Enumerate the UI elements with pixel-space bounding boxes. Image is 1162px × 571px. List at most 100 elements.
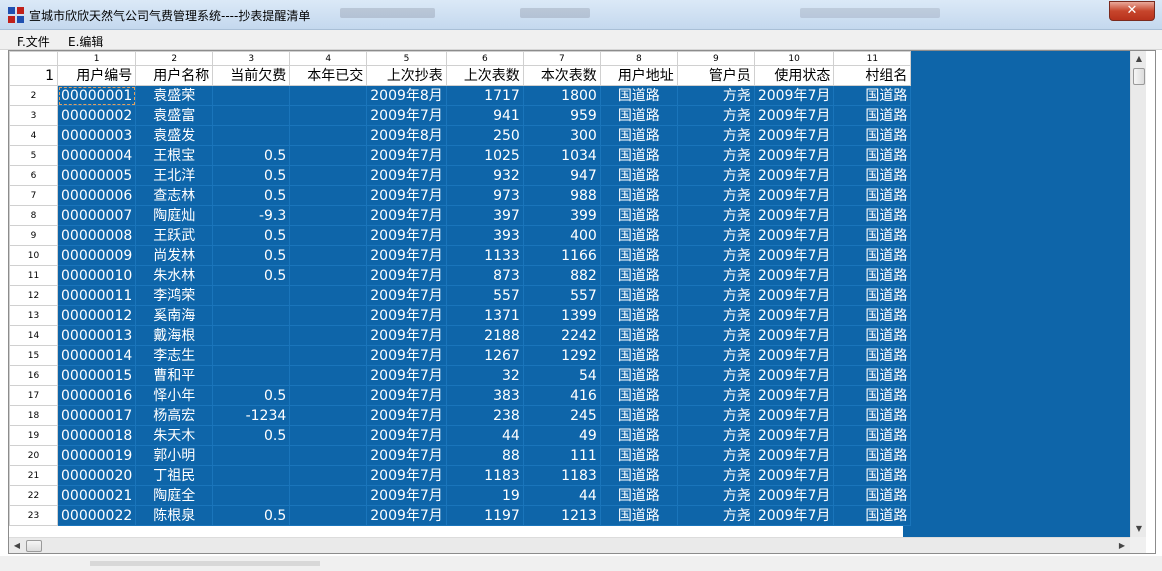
column-header-village-group[interactable]: 村组名 bbox=[833, 65, 912, 86]
cell-user-address[interactable]: 国道路 bbox=[599, 205, 678, 226]
cell-village-group[interactable]: 国道路 bbox=[833, 225, 912, 246]
cell-user-address[interactable]: 国道路 bbox=[599, 185, 678, 206]
column-header-curr-reading[interactable]: 本次表数 bbox=[522, 65, 601, 86]
cell-current-arrears[interactable]: -1234 bbox=[212, 405, 291, 426]
cell-user-address[interactable]: 国道路 bbox=[599, 305, 678, 326]
cell-prev-reading[interactable]: 1371 bbox=[445, 305, 524, 326]
cell-user-address[interactable]: 国道路 bbox=[599, 425, 678, 446]
cell-prev-reading[interactable]: 19 bbox=[445, 485, 524, 506]
column-number-curr-reading[interactable]: 7 bbox=[522, 51, 601, 66]
table-row[interactable]: 17 00000016 怿小年 0.5 2009年7月 383 416 国道路 方尧 2009年7… bbox=[9, 385, 912, 406]
cell-village-group[interactable]: 国道路 bbox=[833, 325, 912, 346]
row-number[interactable]: 20 bbox=[9, 445, 58, 466]
cell-user-id[interactable]: 00000022 bbox=[56, 505, 137, 526]
cell-user-address[interactable]: 国道路 bbox=[599, 85, 678, 106]
cell-usage-status[interactable]: 2009年7月 bbox=[753, 365, 835, 386]
cell-last-reading[interactable]: 2009年7月 bbox=[366, 265, 447, 286]
cell-manager[interactable]: 方尧 bbox=[676, 245, 755, 266]
cell-curr-reading[interactable]: 1034 bbox=[522, 145, 601, 166]
cell-manager[interactable]: 方尧 bbox=[676, 385, 755, 406]
table-row[interactable]: 15 00000014 李志生 2009年7月 1267 1292 国道路 方尧 2009年7月… bbox=[9, 345, 912, 366]
cell-village-group[interactable]: 国道路 bbox=[833, 305, 912, 326]
cell-manager[interactable]: 方尧 bbox=[676, 185, 755, 206]
cell-usage-status[interactable]: 2009年7月 bbox=[753, 425, 835, 446]
cell-last-reading[interactable]: 2009年7月 bbox=[366, 405, 447, 426]
cell-paid-this-year[interactable] bbox=[289, 385, 368, 406]
cell-prev-reading[interactable]: 973 bbox=[445, 185, 524, 206]
cell-user-name[interactable]: 陶庭灿 bbox=[135, 205, 214, 226]
table-row[interactable]: 21 00000020 丁祖民 2009年7月 1183 1183 国道路 方尧 2009年7月… bbox=[9, 465, 912, 486]
cell-last-reading[interactable]: 2009年7月 bbox=[366, 145, 447, 166]
row-number[interactable]: 2 bbox=[9, 85, 58, 106]
cell-paid-this-year[interactable] bbox=[289, 465, 368, 486]
cell-last-reading[interactable]: 2009年7月 bbox=[366, 285, 447, 306]
cell-village-group[interactable]: 国道路 bbox=[833, 145, 912, 166]
cell-current-arrears[interactable]: 0.5 bbox=[212, 185, 291, 206]
row-number[interactable]: 12 bbox=[9, 285, 58, 306]
cell-user-name[interactable]: 戴海根 bbox=[135, 325, 214, 346]
cell-current-arrears[interactable]: 0.5 bbox=[212, 225, 291, 246]
cell-manager[interactable]: 方尧 bbox=[676, 365, 755, 386]
row-number[interactable]: 19 bbox=[9, 425, 58, 446]
cell-prev-reading[interactable]: 238 bbox=[445, 405, 524, 426]
cell-user-id[interactable]: 00000021 bbox=[56, 485, 137, 506]
grid-corner-cell[interactable] bbox=[9, 51, 58, 66]
cell-user-address[interactable]: 国道路 bbox=[599, 465, 678, 486]
cell-user-id[interactable]: 00000007 bbox=[56, 205, 137, 226]
cell-user-id[interactable]: 00000008 bbox=[56, 225, 137, 246]
cell-manager[interactable]: 方尧 bbox=[676, 325, 755, 346]
cell-last-reading[interactable]: 2009年7月 bbox=[366, 205, 447, 226]
cell-usage-status[interactable]: 2009年7月 bbox=[753, 225, 835, 246]
cell-curr-reading[interactable]: 300 bbox=[522, 125, 601, 146]
cell-paid-this-year[interactable] bbox=[289, 265, 368, 286]
cell-village-group[interactable]: 国道路 bbox=[833, 465, 912, 486]
data-grid[interactable]: 1 2 3 4 5 6 7 8 9 10 11 1 用户编号 用户名称 当前欠费 本年已交 上次抄表 上次表数 本次… bbox=[8, 50, 1156, 554]
cell-village-group[interactable]: 国道路 bbox=[833, 345, 912, 366]
row-number[interactable]: 15 bbox=[9, 345, 58, 366]
cell-curr-reading[interactable]: 1183 bbox=[522, 465, 601, 486]
cell-village-group[interactable]: 国道路 bbox=[833, 205, 912, 226]
cell-prev-reading[interactable]: 32 bbox=[445, 365, 524, 386]
cell-last-reading[interactable]: 2009年7月 bbox=[366, 365, 447, 386]
vertical-scroll-thumb[interactable] bbox=[1133, 68, 1145, 85]
column-number-usage-status[interactable]: 10 bbox=[753, 51, 835, 66]
cell-manager[interactable]: 方尧 bbox=[676, 405, 755, 426]
cell-manager[interactable]: 方尧 bbox=[676, 465, 755, 486]
cell-last-reading[interactable]: 2009年7月 bbox=[366, 325, 447, 346]
cell-user-id[interactable]: 00000013 bbox=[56, 325, 137, 346]
cell-user-name[interactable]: 袁盛荣 bbox=[135, 85, 214, 106]
cell-prev-reading[interactable]: 397 bbox=[445, 205, 524, 226]
cell-user-address[interactable]: 国道路 bbox=[599, 505, 678, 526]
cell-user-id[interactable]: 00000001 bbox=[56, 85, 137, 106]
cell-village-group[interactable]: 国道路 bbox=[833, 405, 912, 426]
cell-user-id[interactable]: 00000010 bbox=[56, 265, 137, 286]
cell-current-arrears[interactable]: -9.3 bbox=[212, 205, 291, 226]
cell-current-arrears[interactable]: 0.5 bbox=[212, 145, 291, 166]
vertical-scrollbar[interactable]: ▲ ▼ bbox=[1130, 51, 1146, 537]
cell-last-reading[interactable]: 2009年8月 bbox=[366, 125, 447, 146]
cell-paid-this-year[interactable] bbox=[289, 445, 368, 466]
cell-usage-status[interactable]: 2009年7月 bbox=[753, 445, 835, 466]
cell-usage-status[interactable]: 2009年7月 bbox=[753, 405, 835, 426]
cell-user-address[interactable]: 国道路 bbox=[599, 145, 678, 166]
column-header-user-id[interactable]: 用户编号 bbox=[56, 65, 137, 86]
column-header-last-reading[interactable]: 上次抄表 bbox=[366, 65, 447, 86]
table-row[interactable]: 12 00000011 李鸿荣 2009年7月 557 557 国道路 方尧 2009年7月 国道… bbox=[9, 285, 912, 306]
cell-curr-reading[interactable]: 54 bbox=[522, 365, 601, 386]
row-number[interactable]: 21 bbox=[9, 465, 58, 486]
close-button[interactable]: ✕ bbox=[1109, 1, 1155, 21]
cell-last-reading[interactable]: 2009年7月 bbox=[366, 185, 447, 206]
row-number[interactable]: 4 bbox=[9, 125, 58, 146]
cell-prev-reading[interactable]: 557 bbox=[445, 285, 524, 306]
table-row[interactable]: 20 00000019 郭小明 2009年7月 88 111 国道路 方尧 2009年7月 国道路 bbox=[9, 445, 912, 466]
cell-curr-reading[interactable]: 400 bbox=[522, 225, 601, 246]
cell-user-id[interactable]: 00000004 bbox=[56, 145, 137, 166]
app-grid-icon[interactable] bbox=[8, 7, 24, 23]
cell-village-group[interactable]: 国道路 bbox=[833, 485, 912, 506]
row-number[interactable]: 3 bbox=[9, 105, 58, 126]
cell-last-reading[interactable]: 2009年7月 bbox=[366, 425, 447, 446]
column-number-user-id[interactable]: 1 bbox=[56, 51, 137, 66]
column-number-user-name[interactable]: 2 bbox=[135, 51, 214, 66]
cell-current-arrears[interactable]: 0.5 bbox=[212, 425, 291, 446]
column-header-usage-status[interactable]: 使用状态 bbox=[753, 65, 835, 86]
